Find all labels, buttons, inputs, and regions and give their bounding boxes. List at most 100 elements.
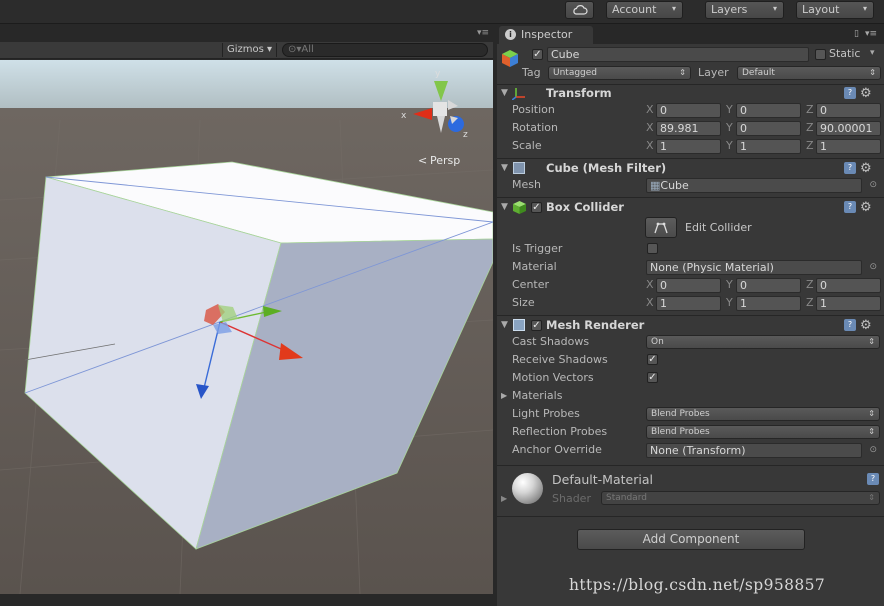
top-toolbar: Account ▾ Layers ▾ Layout ▾ (0, 0, 884, 24)
size-y-field[interactable]: 1 (736, 296, 801, 311)
gear-icon[interactable]: ⚙ (860, 198, 872, 217)
help-icon[interactable]: ? (844, 319, 856, 331)
center-z-field[interactable]: 0 (816, 278, 881, 293)
foldout-arrow-icon[interactable]: ▶ (501, 387, 507, 405)
static-dropdown-icon[interactable]: ▾ (870, 48, 875, 58)
motion-vectors-row: Motion Vectors ✓ (497, 369, 884, 387)
layout-dropdown[interactable]: Layout ▾ (796, 1, 874, 19)
divider (497, 465, 884, 466)
position-x-field[interactable]: 0 (656, 103, 721, 118)
gizmos-label: Gizmos (227, 44, 264, 55)
object-picker-icon[interactable]: ⊙ (869, 176, 877, 194)
scale-label: Scale (512, 139, 542, 152)
is-trigger-row: Is Trigger (497, 240, 884, 258)
materials-row[interactable]: ▶ Materials (497, 387, 884, 405)
box-collider-header[interactable]: ▼ ✓ Box Collider ? ⚙ (497, 198, 884, 217)
edit-collider-icon (654, 222, 668, 234)
tag-value: Untagged (553, 68, 598, 78)
edit-collider-button[interactable] (645, 217, 677, 238)
axis-z-label: Z (806, 296, 814, 309)
object-name-value: Cube (551, 48, 580, 61)
mesh-label: Mesh (512, 178, 541, 191)
layers-dropdown[interactable]: Layers ▾ (705, 1, 784, 19)
help-icon[interactable]: ? (867, 473, 879, 485)
rotation-z-field[interactable]: 90.00001 (816, 121, 881, 136)
receive-shadows-checkbox[interactable]: ✓ (647, 354, 658, 365)
static-checkbox[interactable] (815, 49, 826, 60)
object-picker-icon[interactable]: ⊙ (869, 258, 877, 276)
layer-dropdown[interactable]: Default ⇕ (737, 66, 881, 80)
scale-x-field[interactable]: 1 (656, 139, 721, 154)
panel-menu-icon[interactable]: ▾≡ (477, 28, 489, 38)
center-label: Center (512, 278, 550, 291)
mesh-renderer-icon (513, 319, 525, 331)
tab-inspector[interactable]: i Inspector (499, 26, 593, 44)
light-probes-label: Light Probes (512, 407, 580, 420)
active-checkbox[interactable]: ✓ (532, 49, 543, 60)
axis-x-label: X (646, 121, 654, 134)
chevron-updown-icon: ⇕ (868, 493, 875, 502)
tag-dropdown[interactable]: Untagged ⇕ (548, 66, 691, 80)
panel-menu-icon[interactable]: ▾≡ (865, 29, 877, 39)
reflection-probes-dropdown[interactable]: Blend Probes ⇕ (646, 425, 880, 439)
physic-material-field[interactable]: None (Physic Material) (646, 260, 862, 275)
axis-y-label: Y (726, 103, 733, 116)
is-trigger-checkbox[interactable] (647, 243, 658, 254)
lock-icon[interactable]: ▯ (854, 29, 859, 39)
light-probes-dropdown[interactable]: Blend Probes ⇕ (646, 407, 880, 421)
scale-y-field[interactable]: 1 (736, 139, 801, 154)
add-component-button[interactable]: Add Component (577, 529, 805, 550)
rotation-x-field[interactable]: 89.981 (656, 121, 721, 136)
center-x-field[interactable]: 0 (656, 278, 721, 293)
cast-shadows-row: Cast Shadows On ⇕ (497, 333, 884, 351)
position-y-field[interactable]: 0 (736, 103, 801, 118)
axis-z-label: Z (806, 103, 814, 116)
tag-label: Tag (522, 66, 541, 79)
mesh-row: Mesh ▦Cube ⊙ (497, 176, 884, 194)
object-picker-icon[interactable]: ⊙ (869, 441, 877, 459)
help-icon[interactable]: ? (844, 162, 856, 174)
account-dropdown[interactable]: Account ▾ (606, 1, 683, 19)
scene-canvas[interactable]: y x z < Persp (0, 60, 493, 594)
reflection-probes-value: Blend Probes (651, 427, 710, 437)
gizmos-dropdown[interactable]: Gizmos ▾ (222, 43, 278, 57)
anchor-override-field[interactable]: None (Transform) (646, 443, 862, 458)
cast-shadows-dropdown[interactable]: On ⇕ (646, 335, 880, 349)
axis-x-label: X (646, 103, 654, 116)
position-z-field[interactable]: 0 (816, 103, 881, 118)
layout-label: Layout (802, 3, 840, 16)
chevron-updown-icon: ⇕ (868, 427, 875, 436)
persp-icon[interactable]: < (418, 154, 427, 167)
box-collider-title: Box Collider (546, 200, 624, 214)
box-collider-enabled-checkbox[interactable]: ✓ (531, 202, 542, 213)
help-icon[interactable]: ? (844, 87, 856, 99)
physic-material-row: Material None (Physic Material) ⊙ (497, 258, 884, 276)
material-preview-sphere (512, 473, 543, 504)
shader-dropdown[interactable]: Standard ⇕ (601, 491, 880, 505)
size-x-field[interactable]: 1 (656, 296, 721, 311)
scene-search-input[interactable]: ⊙▾All (282, 43, 488, 57)
axis-x-label: X (646, 139, 654, 152)
cloud-button[interactable] (565, 1, 594, 19)
mesh-asset-icon: ▦ (650, 179, 661, 192)
axis-z-label: Z (806, 121, 814, 134)
position-label: Position (512, 103, 555, 116)
inspector-tab-strip: i Inspector ▯ ▾≡ (497, 24, 884, 44)
scale-z-field[interactable]: 1 (816, 139, 881, 154)
materials-label: Materials (512, 389, 563, 402)
size-z-field[interactable]: 1 (816, 296, 881, 311)
motion-vectors-checkbox[interactable]: ✓ (647, 372, 658, 383)
foldout-arrow-icon[interactable]: ▼ (501, 198, 508, 217)
foldout-arrow-icon[interactable]: ▶ (501, 494, 507, 503)
scene-viewport[interactable]: y x z < Persp (0, 60, 493, 594)
object-name-field[interactable]: Cube (547, 47, 809, 62)
help-icon[interactable]: ? (844, 201, 856, 213)
mesh-field[interactable]: ▦Cube (646, 178, 862, 193)
chevron-updown-icon: ⇕ (679, 68, 686, 77)
mesh-renderer-enabled-checkbox[interactable]: ✓ (531, 320, 542, 331)
center-y-field[interactable]: 0 (736, 278, 801, 293)
rotation-y-field[interactable]: 0 (736, 121, 801, 136)
chevron-updown-icon: ⇕ (869, 68, 876, 77)
persp-label[interactable]: Persp (430, 154, 460, 167)
cloud-icon (572, 5, 588, 15)
